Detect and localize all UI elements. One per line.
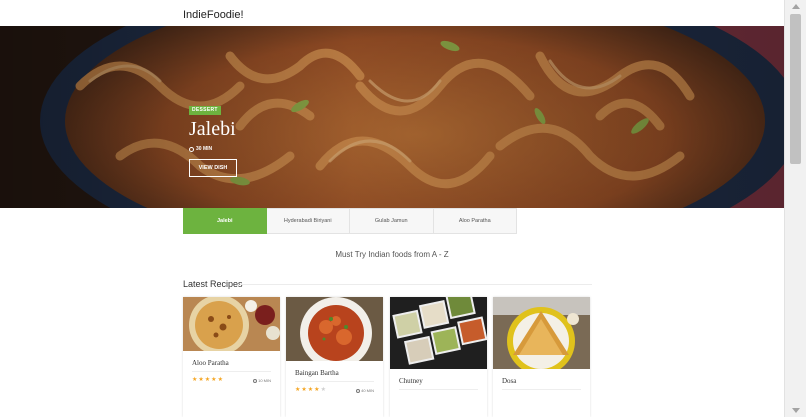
star-empty-icon: ★	[320, 387, 326, 393]
recipe-time-label: 40 MIN	[361, 388, 374, 393]
rating-stars: ★ ★ ★ ★ ★	[192, 377, 223, 383]
star-icon: ★	[211, 377, 217, 383]
site-brand[interactable]: IndieFoodie!	[183, 9, 244, 21]
tab-gulab-jamun[interactable]: Gulab Jamun	[350, 208, 434, 234]
tab-jalebi[interactable]: Jalebi	[183, 208, 267, 234]
rating-stars: ★ ★ ★ ★ ★	[295, 387, 326, 393]
scroll-down-arrow-icon[interactable]	[792, 408, 800, 413]
card-divider	[502, 389, 581, 390]
clock-icon	[253, 378, 258, 383]
recipe-name[interactable]: Aloo Paratha	[192, 359, 229, 367]
latest-recipes-title: Latest Recipes	[183, 279, 243, 289]
hero-time-label: 30 MIN	[196, 146, 213, 152]
star-icon: ★	[217, 377, 223, 383]
star-icon: ★	[314, 387, 320, 393]
recipe-image[interactable]	[286, 297, 383, 361]
view-dish-button[interactable]: VIEW DISH	[189, 159, 237, 177]
recipe-image[interactable]	[390, 297, 487, 369]
category-badge[interactable]: DESSERT	[189, 106, 221, 115]
recipe-time: 10 MIN	[253, 378, 271, 383]
hero-banner: DESSERT Jalebi 30 MIN VIEW DISH	[0, 26, 784, 208]
recipe-card-dosa[interactable]: Dosa	[493, 297, 590, 417]
recipe-name[interactable]: Dosa	[502, 377, 516, 385]
recipe-card-aloo-paratha[interactable]: Aloo Paratha ★ ★ ★ ★ ★ 10 MIN	[183, 297, 280, 417]
recipe-name[interactable]: Baingan Bartha	[295, 369, 339, 377]
tab-aloo-paratha[interactable]: Aloo Paratha	[433, 208, 517, 234]
hero-overlay	[0, 26, 784, 208]
scroll-up-arrow-icon[interactable]	[792, 4, 800, 9]
recipe-image[interactable]	[183, 297, 280, 351]
tagline: Must Try Indian foods from A - Z	[335, 250, 449, 259]
star-icon: ★	[192, 377, 198, 383]
recipe-name[interactable]: Chutney	[399, 377, 423, 385]
star-icon: ★	[307, 387, 314, 393]
star-icon: ★	[295, 387, 301, 393]
scrollbar-thumb[interactable]	[790, 14, 801, 164]
card-divider	[399, 389, 478, 390]
tab-hyderabadi-biriyani[interactable]: Hyderabadi Biriyani	[266, 208, 350, 234]
card-divider	[192, 371, 271, 372]
hero-time: 30 MIN	[189, 146, 212, 152]
page: IndieFoodie! DESSERT Jalebi 30 MIN VIEW …	[0, 0, 806, 417]
vertical-scrollbar[interactable]	[784, 0, 806, 417]
recipe-time: 40 MIN	[356, 388, 374, 393]
dish-tabs: Jalebi Hyderabadi Biriyani Gulab Jamun A…	[183, 208, 517, 234]
site-header: IndieFoodie!	[0, 0, 784, 26]
clock-icon	[356, 388, 361, 393]
star-icon: ★	[198, 377, 204, 383]
recipe-card-baingan-bartha[interactable]: Baingan Bartha ★ ★ ★ ★ ★ 40 MIN	[286, 297, 383, 417]
recipe-card-chutney[interactable]: Chutney	[390, 297, 487, 417]
hero-title: Jalebi	[189, 118, 236, 140]
star-icon: ★	[301, 387, 307, 393]
section-divider	[240, 284, 592, 285]
star-icon: ★	[204, 377, 211, 383]
recipe-time-label: 10 MIN	[258, 378, 271, 383]
card-divider	[295, 381, 374, 382]
recipe-image[interactable]	[493, 297, 590, 369]
clock-icon	[189, 146, 194, 152]
